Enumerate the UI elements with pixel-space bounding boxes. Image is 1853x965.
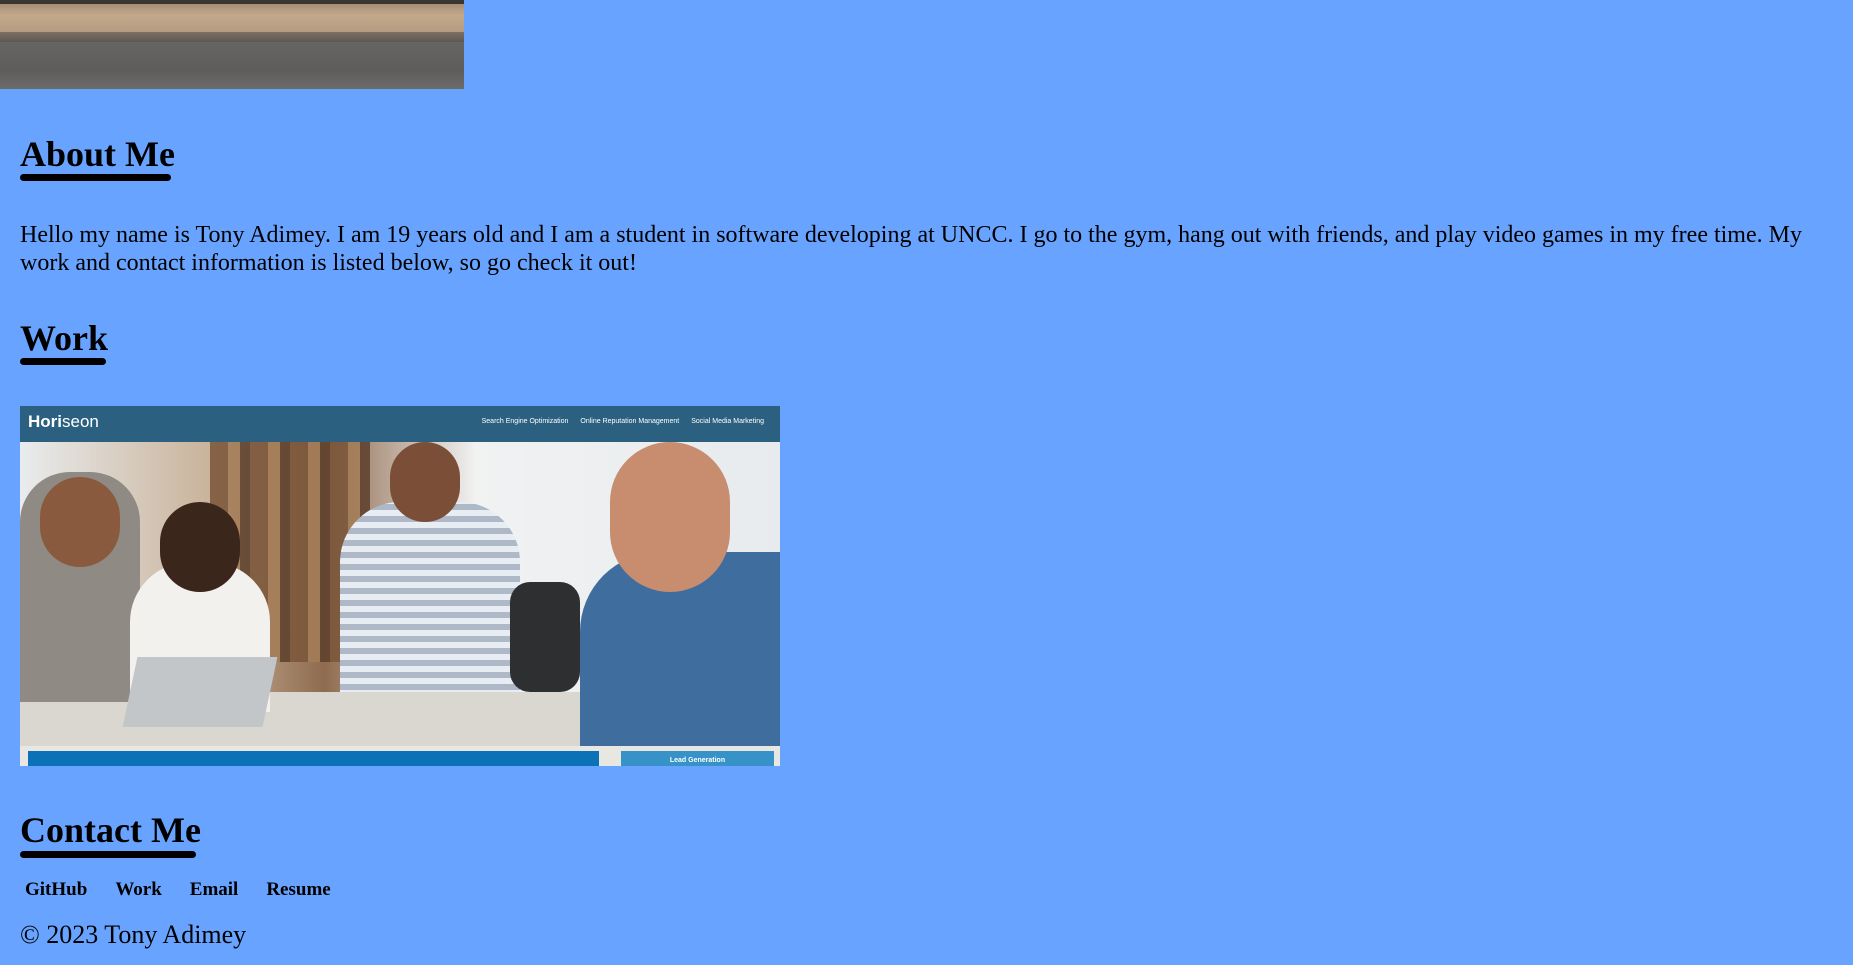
work-link[interactable]: Work (110, 879, 166, 901)
resume-link[interactable]: Resume (261, 879, 335, 901)
github-link[interactable]: GitHub (20, 879, 92, 901)
project-nav-links: Search Engine Optimization Online Reputa… (482, 418, 764, 425)
project-navbar: Horiseon Search Engine Optimization Onli… (20, 406, 780, 442)
contact-me-underline (20, 851, 196, 858)
work-underline (20, 358, 106, 365)
project-nav-link: Social Media Marketing (691, 418, 764, 425)
project-content-bar (28, 751, 599, 766)
page: About Me Hello my name is Tony Adimey. I… (0, 0, 1853, 965)
about-me-underline (20, 174, 171, 181)
email-link[interactable]: Email (185, 879, 244, 901)
project-logo: Horiseon (28, 412, 99, 431)
footer-copyright: © 2023 Tony Adimey (20, 920, 247, 949)
contact-links: GitHub Work Email Resume (20, 879, 354, 901)
project-side-label: Lead Generation (621, 751, 774, 766)
project-nav-link: Search Engine Optimization (481, 418, 569, 425)
profile-photo (0, 0, 464, 89)
work-project-screenshot[interactable]: Horiseon Search Engine Optimization Onli… (20, 406, 780, 766)
project-nav-link: Online Reputation Management (580, 418, 680, 425)
project-hero-image (20, 442, 780, 746)
about-me-text: Hello my name is Tony Adimey. I am 19 ye… (20, 222, 1802, 276)
